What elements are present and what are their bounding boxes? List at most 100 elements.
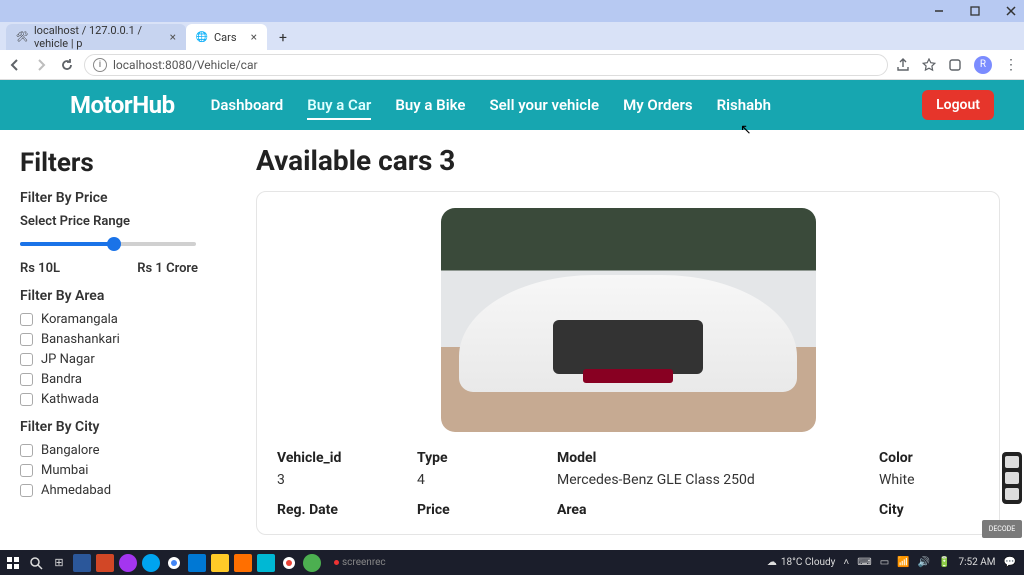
window-maximize-button[interactable] <box>968 4 982 18</box>
area-checkbox[interactable]: Bandra <box>20 372 216 387</box>
tray-wifi-icon[interactable]: 📶 <box>897 557 909 568</box>
bookmark-star-icon[interactable] <box>922 58 936 72</box>
tab-close-icon[interactable]: × <box>251 30 257 44</box>
filter-city-label: Filter By City <box>20 419 216 435</box>
search-icon[interactable] <box>27 554 45 572</box>
new-tab-button[interactable]: + <box>271 26 295 50</box>
spec-value: 4 <box>417 472 557 496</box>
area-checkbox[interactable]: Kathwada <box>20 392 216 407</box>
windows-taskbar: ⊞ screenrec ☁ 18°C Cloudy ˄ ⌨ ▭ 📶 🔊 🔋 7:… <box>0 550 1024 575</box>
taskbar-chrome-icon[interactable] <box>165 554 183 572</box>
checkbox-icon[interactable] <box>20 484 33 497</box>
nav-my-orders[interactable]: My Orders <box>623 82 693 128</box>
decode-badge: DECODE <box>982 520 1022 538</box>
filters-sidebar: Filters Filter By Price Select Price Ran… <box>0 130 236 550</box>
nav-username[interactable]: Rishabh <box>717 82 771 128</box>
tray-battery-icon[interactable]: 🔋 <box>938 557 950 568</box>
taskbar-app-icon[interactable] <box>142 554 160 572</box>
spec-label: City <box>879 502 979 518</box>
screen-tools-panel[interactable] <box>1002 452 1022 504</box>
browser-menu-icon[interactable]: ⋮ <box>1004 57 1018 73</box>
profile-avatar-icon[interactable]: R <box>974 56 992 74</box>
checkbox-icon[interactable] <box>20 464 33 477</box>
weather-widget[interactable]: ☁ 18°C Cloudy <box>767 557 836 568</box>
area-checkbox[interactable]: Koramangala <box>20 312 216 327</box>
spec-label: Type <box>417 450 557 466</box>
spec-label: Color <box>879 450 979 466</box>
extensions-icon[interactable] <box>948 58 962 72</box>
city-checkbox[interactable]: Mumbai <box>20 463 216 478</box>
brand-logo[interactable]: MotorHub <box>70 91 175 119</box>
taskbar-folder-icon[interactable] <box>211 554 229 572</box>
tray-icon[interactable]: ▭ <box>880 557 889 568</box>
filters-title: Filters <box>20 148 216 178</box>
screenrec-indicator: screenrec <box>334 557 386 568</box>
taskview-icon[interactable]: ⊞ <box>50 554 68 572</box>
share-icon[interactable] <box>896 58 910 72</box>
tab-favicon-icon: 🛠 <box>16 31 28 43</box>
checkbox-icon[interactable] <box>20 333 33 346</box>
nav-buy-bike[interactable]: Buy a Bike <box>395 82 465 128</box>
nav-dashboard[interactable]: Dashboard <box>211 82 284 128</box>
tray-volume-icon[interactable]: 🔊 <box>918 557 930 568</box>
tray-clock[interactable]: 7:52 AM <box>959 557 996 568</box>
city-checkbox[interactable]: Bangalore <box>20 443 216 458</box>
forward-button[interactable] <box>32 56 50 74</box>
tab-title: localhost / 127.0.0.1 / vehicle | p <box>34 24 156 50</box>
spec-value: 3 <box>277 472 417 496</box>
checkbox-icon[interactable] <box>20 353 33 366</box>
start-button[interactable] <box>4 554 22 572</box>
tab-close-icon[interactable]: × <box>170 30 176 44</box>
car-card: Vehicle_id Type Model Color 3 4 Mercedes… <box>256 191 1000 535</box>
tool-icon[interactable] <box>1005 472 1019 484</box>
weather-text: 18°C Cloudy <box>781 557 836 568</box>
url-text: localhost:8080/Vehicle/car <box>113 58 258 72</box>
tab-favicon-icon: 🌐 <box>196 31 208 43</box>
spec-value: White <box>879 472 979 496</box>
nav-sell-vehicle[interactable]: Sell your vehicle <box>489 82 599 128</box>
taskbar-app-icon[interactable] <box>188 554 206 572</box>
browser-toolbar: i localhost:8080/Vehicle/car R ⋮ <box>0 50 1024 80</box>
site-info-icon[interactable]: i <box>93 58 107 72</box>
slider-thumb-icon[interactable] <box>107 237 121 251</box>
reload-button[interactable] <box>58 56 76 74</box>
tray-notifications-icon[interactable]: 💬 <box>1004 557 1016 568</box>
city-checkbox[interactable]: Ahmedabad <box>20 483 216 498</box>
taskbar-app-icon[interactable] <box>257 554 275 572</box>
tab-title: Cars <box>214 31 237 44</box>
tray-chevron-icon[interactable]: ˄ <box>843 557 849 568</box>
checkbox-icon[interactable] <box>20 313 33 326</box>
taskbar-app-icon[interactable] <box>280 554 298 572</box>
main-content: Available cars 3 Vehicle_id Type Model C… <box>236 130 1024 550</box>
browser-tab[interactable]: 🛠 localhost / 127.0.0.1 / vehicle | p × <box>6 24 186 50</box>
checkbox-icon[interactable] <box>20 393 33 406</box>
filter-price-label: Filter By Price <box>20 190 216 206</box>
back-button[interactable] <box>6 56 24 74</box>
price-slider[interactable] <box>20 235 216 253</box>
window-titlebar <box>0 0 1024 22</box>
checkbox-icon[interactable] <box>20 444 33 457</box>
weather-icon: ☁ <box>767 557 777 568</box>
tool-icon[interactable] <box>1005 488 1019 500</box>
browser-tab[interactable]: 🌐 Cars × <box>186 24 267 50</box>
spec-value: Mercedes-Benz GLE Class 250d <box>557 472 879 496</box>
car-spec-grid: Vehicle_id Type Model Color 3 4 Mercedes… <box>277 450 979 518</box>
nav-buy-car[interactable]: Buy a Car <box>307 82 371 128</box>
taskbar-app-icon[interactable] <box>234 554 252 572</box>
checkbox-icon[interactable] <box>20 373 33 386</box>
spec-label: Model <box>557 450 879 466</box>
area-checkbox[interactable]: Banashankari <box>20 332 216 347</box>
address-bar[interactable]: i localhost:8080/Vehicle/car <box>84 54 888 76</box>
window-close-button[interactable] <box>1004 4 1018 18</box>
spec-label: Vehicle_id <box>277 450 417 466</box>
taskbar-app-icon[interactable] <box>119 554 137 572</box>
spec-label: Area <box>557 502 879 518</box>
taskbar-app-icon[interactable] <box>96 554 114 572</box>
tray-icon[interactable]: ⌨ <box>857 557 871 568</box>
taskbar-app-icon[interactable] <box>73 554 91 572</box>
window-minimize-button[interactable] <box>932 4 946 18</box>
taskbar-app-icon[interactable] <box>303 554 321 572</box>
logout-button[interactable]: Logout <box>922 90 994 120</box>
area-checkbox[interactable]: JP Nagar <box>20 352 216 367</box>
tool-icon[interactable] <box>1005 456 1019 468</box>
